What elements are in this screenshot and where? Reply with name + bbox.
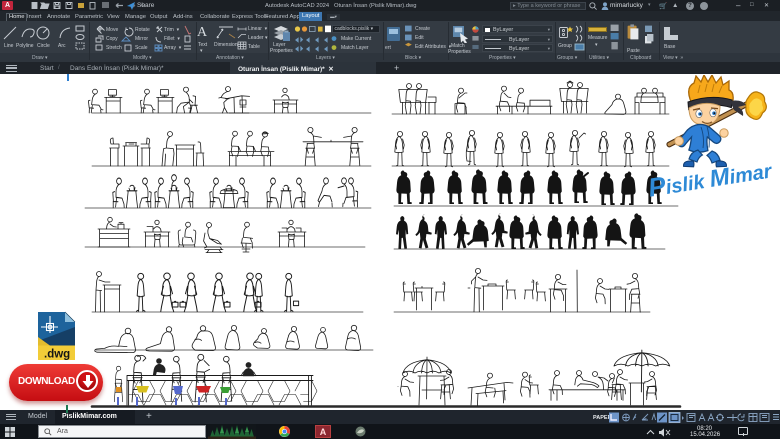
svg-text:.dwg: .dwg	[44, 349, 70, 361]
